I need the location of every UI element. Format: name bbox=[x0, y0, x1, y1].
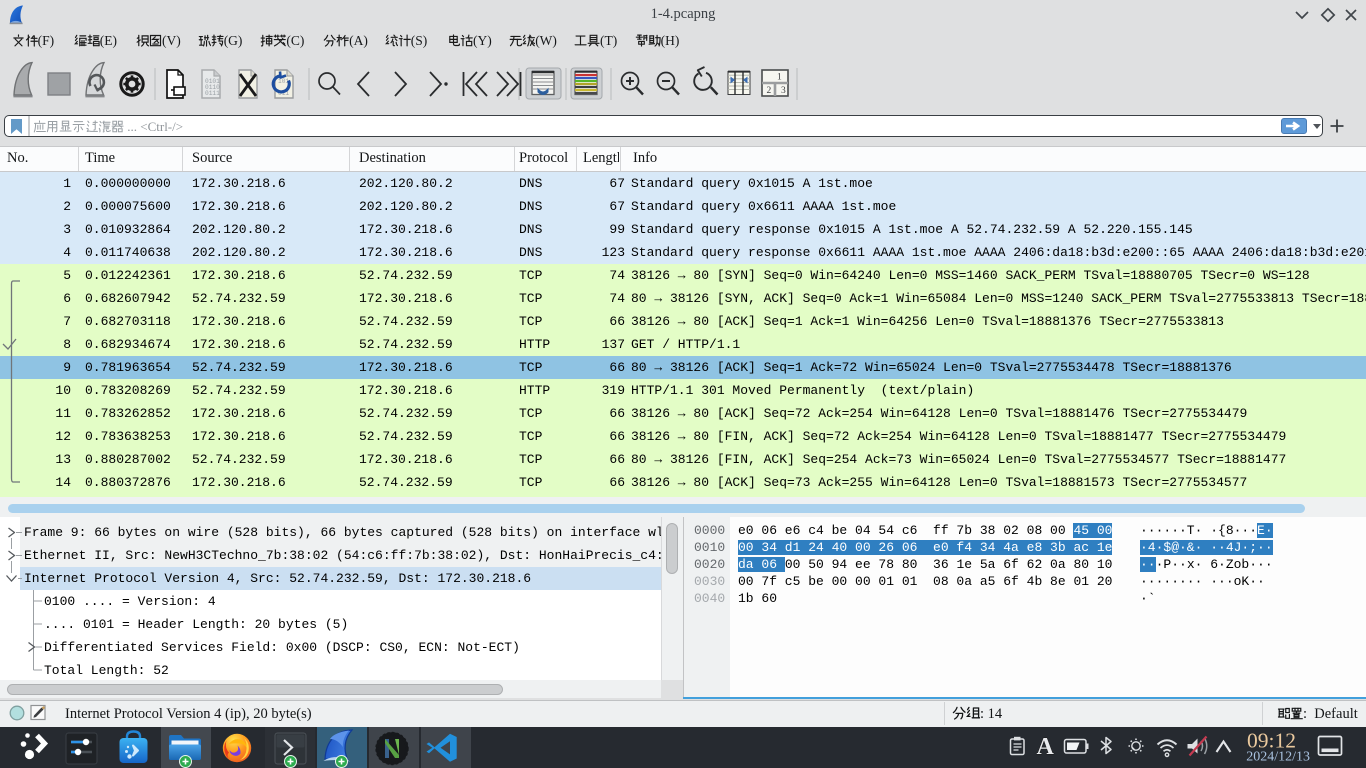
svg-text:A: A bbox=[1037, 734, 1055, 760]
svg-text:0111: 0111 bbox=[205, 90, 220, 97]
svg-text:2: 2 bbox=[767, 86, 772, 96]
svg-text:1: 1 bbox=[777, 73, 782, 83]
svg-text:3: 3 bbox=[781, 86, 786, 96]
svg-text:2024/12/13: 2024/12/13 bbox=[1246, 750, 1310, 765]
